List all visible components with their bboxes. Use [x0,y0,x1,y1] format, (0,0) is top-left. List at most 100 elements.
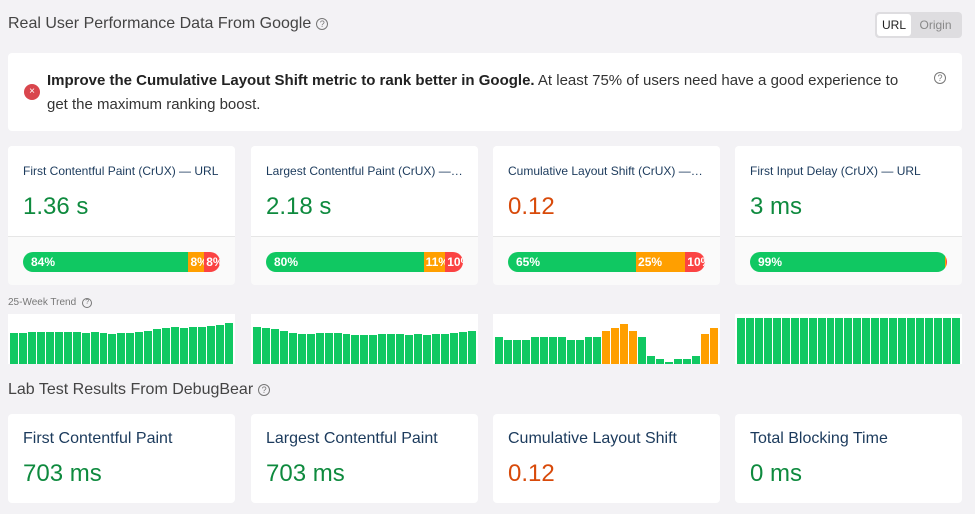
trend-bar [423,335,432,364]
trend-bar [288,333,297,364]
crux-card[interactable]: First Contentful Paint (CrUX) — URL 1.36… [8,146,235,285]
trend-bar [360,335,369,364]
help-icon[interactable]: ? [316,18,329,30]
trend-bar [270,329,279,364]
trend-chart [8,314,235,364]
lab-metric-title: Total Blocking Time [750,430,888,447]
lab-metric-value: 0 ms [750,460,803,487]
trend-bar [10,333,18,364]
trend-bar [916,318,925,364]
lab-metric-title: Cumulative Layout Shift [508,430,677,447]
distribution-bar: 80% 11% 10% [266,252,463,272]
lab-card[interactable]: Cumulative Layout Shift 0.12 [493,414,720,503]
metric-title: First Input Delay (CrUX) — URL [750,164,921,178]
distribution-bar: 84% 8% 8% [23,252,220,272]
trend-bar [396,334,405,364]
metric-value: 1.36 s [23,193,89,220]
metric-title: Largest Contentful Paint (CrUX) — URL [266,164,463,178]
poor-segment [946,252,947,272]
trend-bar [135,332,144,364]
trend-bar [224,323,233,364]
trend-bar [503,340,512,364]
trend-bar [709,328,718,364]
trend-bar [324,333,333,364]
trend-bar [45,332,54,364]
trend-bar [261,328,270,364]
trend-bar [611,328,620,364]
trend-bar [378,334,387,364]
trend-bar [566,340,575,364]
trend-bar [942,318,951,364]
trend-bar [171,327,180,364]
trend-bar [871,318,880,364]
trend-chart [493,314,720,364]
trend-bar [665,362,674,364]
crux-card[interactable]: Largest Contentful Paint (CrUX) — URL 2.… [251,146,478,285]
trend-bar [656,359,665,364]
poor-segment: 10% [685,252,705,272]
trend-bar [925,318,933,364]
trend-bar [951,318,960,364]
crux-card[interactable]: First Input Delay (CrUX) — URL 3 ms 99% [735,146,962,285]
lab-metric-title: First Contentful Paint [23,430,173,447]
trend-bar [683,359,691,364]
help-icon[interactable]: ? [82,297,93,308]
trend-bar [18,333,27,364]
trend-bar [530,337,539,364]
trend-bar [449,333,458,364]
lab-title-text: Lab Test Results From DebugBear [8,381,254,398]
trend-bar [99,333,108,364]
trend-bar [441,334,449,364]
trend-bar [27,332,36,364]
poor-segment: 10% [445,252,463,272]
lab-metric-value: 0.12 [508,460,555,487]
lab-metric-title: Largest Contentful Paint [266,430,438,447]
trend-bar [781,318,790,364]
needs-improvement-segment: 8% [188,252,205,272]
trend-bar [933,318,942,364]
trend-bar [215,325,224,364]
trend-chart [251,314,478,364]
rum-section-title: Real User Performance Data From Google? [8,15,329,33]
url-origin-toggle[interactable]: URL Origin [875,12,962,38]
lab-card[interactable]: Largest Contentful Paint 703 ms [251,414,478,503]
trend-bar [63,332,72,364]
help-icon[interactable]: ? [258,384,271,396]
trend-bar [638,337,647,364]
trend-bar [144,331,153,364]
trend-bar [189,327,198,364]
trend-bar [620,324,629,364]
toggle-url[interactable]: URL [877,14,911,36]
trend-bar [521,340,530,364]
trend-bar [889,318,898,364]
lab-metric-value: 703 ms [23,460,102,487]
lab-card[interactable]: First Contentful Paint 703 ms [8,414,235,503]
toggle-origin[interactable]: Origin [911,14,960,36]
trend-bar [557,337,566,364]
trend-bar [467,331,476,364]
trend-label: 25-Week Trend? [8,297,93,308]
trend-bar [799,318,808,364]
metric-value: 0.12 [508,193,555,220]
poor-segment: 8% [204,252,220,272]
trend-bar [351,335,360,364]
trend-bar [898,318,907,364]
lab-metric-value: 703 ms [266,460,345,487]
trend-bar [198,327,206,364]
trend-bar [548,337,557,364]
alert-bold: Improve the Cumulative Layout Shift metr… [47,72,535,89]
metric-title: First Contentful Paint (CrUX) — URL [23,164,219,178]
crux-card[interactable]: Cumulative Layout Shift (CrUX) — URL 0.1… [493,146,720,285]
lab-card[interactable]: Total Blocking Time 0 ms [735,414,962,503]
lab-section-title: Lab Test Results From DebugBear? [8,381,271,399]
trend-bar [512,340,521,364]
trend-bar [754,318,763,364]
trend-bar [54,332,63,364]
trend-bar [826,318,835,364]
trend-bar [844,318,853,364]
rum-title-text: Real User Performance Data From Google [8,15,312,32]
help-icon[interactable]: ? [934,72,946,84]
trend-bar [315,333,324,364]
trend-bar [835,318,844,364]
trend-bar [333,333,342,364]
